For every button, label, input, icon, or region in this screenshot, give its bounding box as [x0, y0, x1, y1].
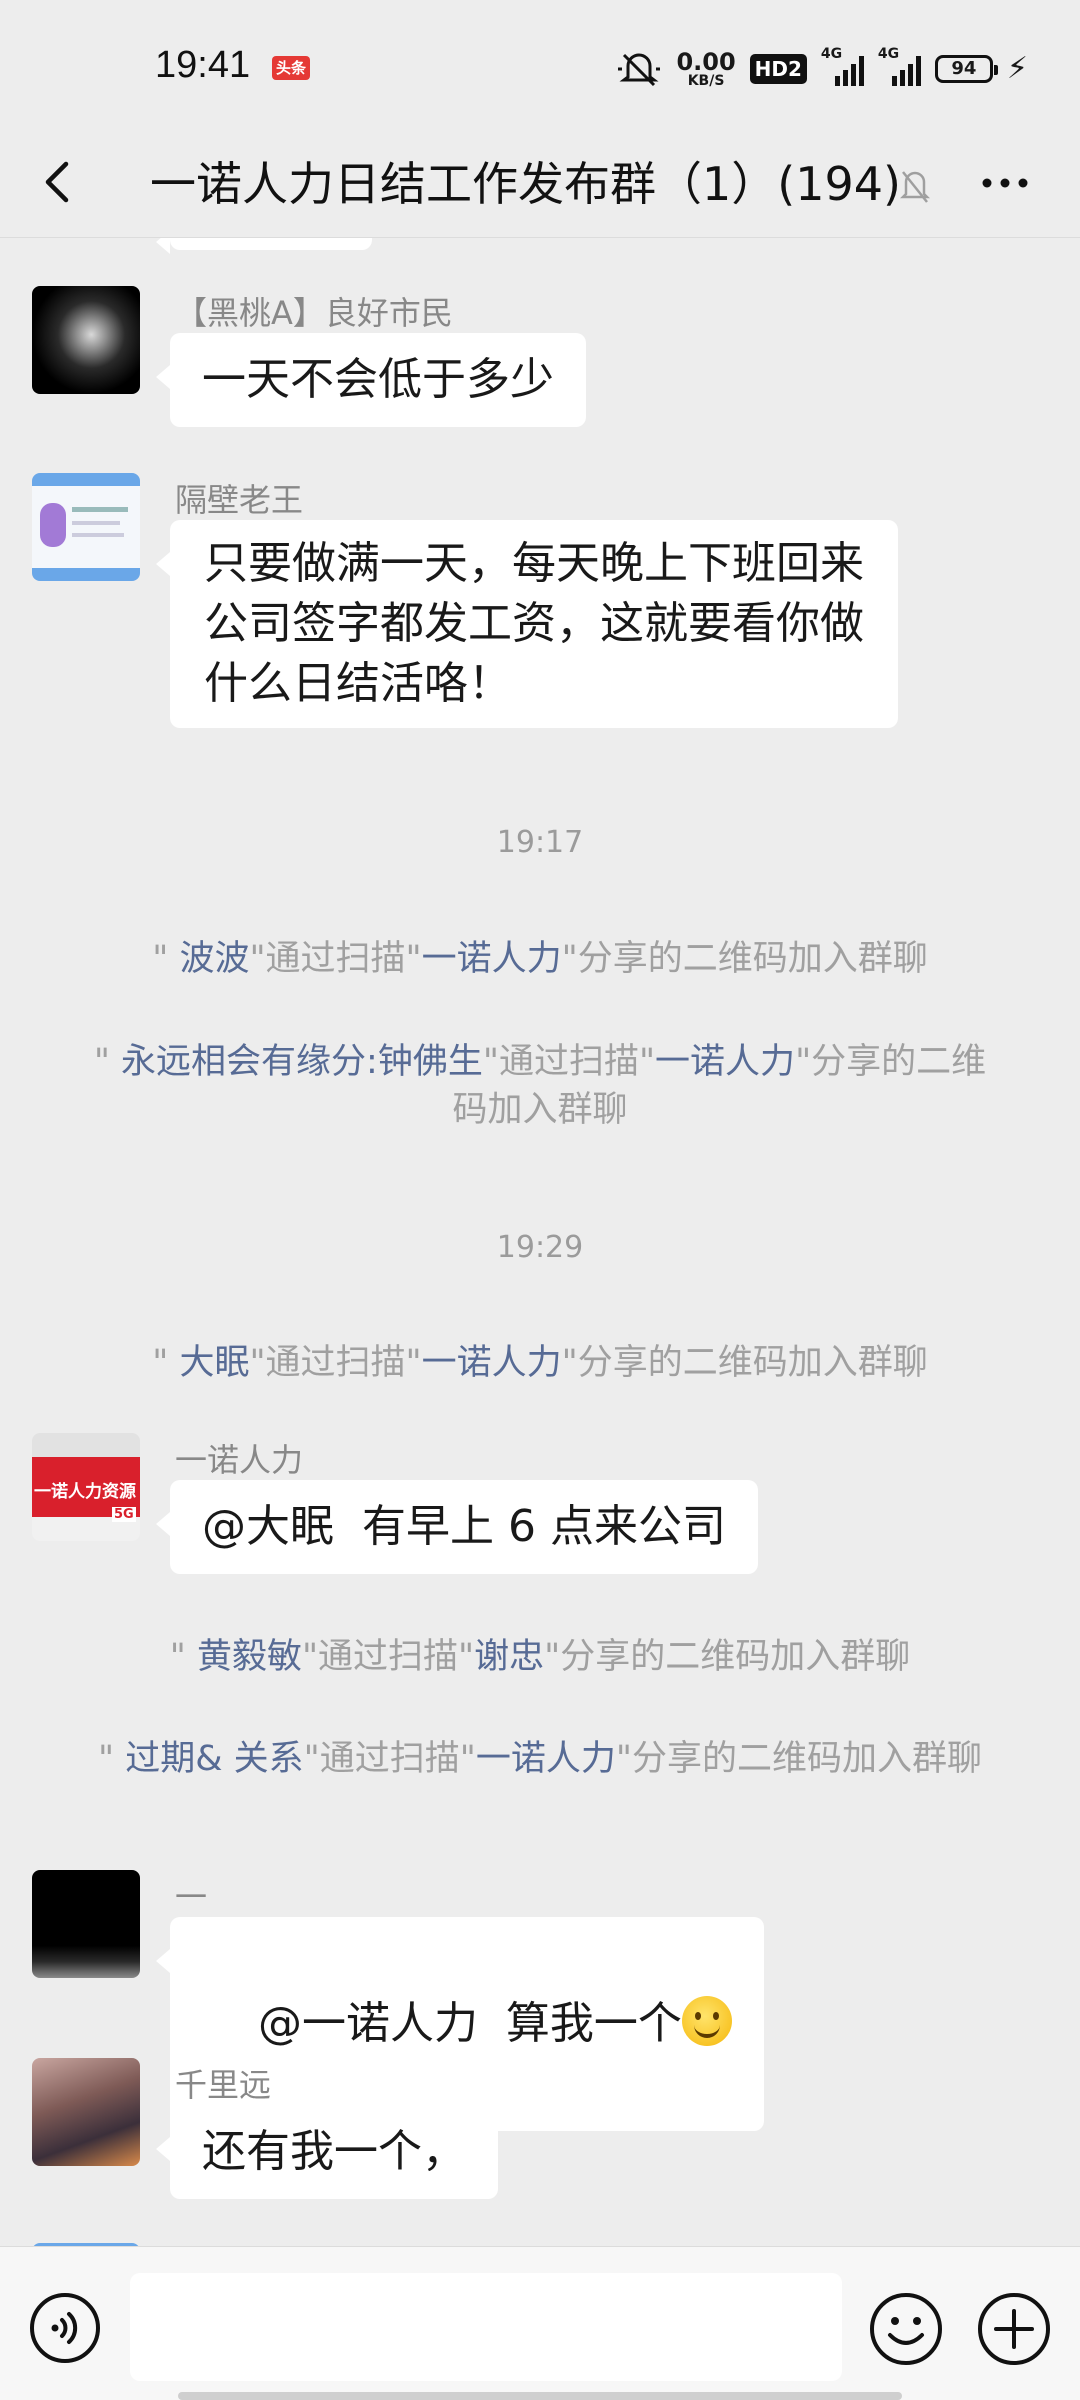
avatar-badge: 5G — [112, 1507, 136, 1522]
message-bubble[interactable]: 一天不会低于多少 — [156, 333, 586, 427]
member-link[interactable]: 永远相会有缘分:钟佛生 — [121, 1042, 483, 1082]
sender-name: 千里远 — [175, 2066, 272, 2104]
emoji-icon[interactable] — [868, 2291, 944, 2367]
member-link[interactable]: 一诺人力 — [422, 1343, 562, 1383]
status-bar: 19:41 头条 0.00 KB/S HD2 4G 4G 94 ⚡ — [0, 0, 1080, 130]
toutiao-badge-icon: 头条 — [272, 56, 310, 80]
net-speed: 0.00 KB/S — [676, 50, 735, 88]
sender-name: 隔壁老王 — [175, 481, 304, 519]
timestamp: 19:17 — [496, 825, 584, 860]
status-time: 19:41 — [155, 44, 251, 86]
chat-header: 一诺人力日结工作发布群（1）(194) — [0, 130, 1080, 238]
member-link[interactable]: 一诺人力 — [476, 1739, 616, 1779]
system-notice: " 大眠"通过扫描"一诺人力"分享的二维码加入群聊 — [152, 1343, 928, 1383]
signal-icon: 4G — [821, 46, 864, 86]
charging-icon: ⚡ — [1006, 51, 1028, 86]
member-link[interactable]: 谢忠 — [474, 1637, 544, 1677]
member-link[interactable]: 波波 — [179, 939, 249, 979]
avatar[interactable] — [32, 286, 140, 394]
signal-label: 4G — [820, 46, 843, 62]
message-bubble[interactable]: 还有我一个， — [156, 2105, 498, 2199]
system-notice: " 黄毅敏"通过扫描"谢忠"分享的二维码加入群聊 — [169, 1637, 911, 1677]
member-link[interactable]: 过期& 关系 — [125, 1739, 303, 1779]
message-line: 只要做满一天，每天晚上下班回来 — [204, 538, 864, 589]
more-icon[interactable] — [975, 168, 1035, 198]
input-bar — [0, 2246, 1080, 2400]
member-link[interactable]: 一诺人力 — [655, 1042, 795, 1082]
signal-label: 4G — [877, 46, 900, 62]
status-icons: 0.00 KB/S HD2 4G 4G 94 ⚡ — [616, 44, 1028, 94]
plus-icon[interactable] — [976, 2291, 1052, 2367]
message-line: 公司签字都发工资，这就要看你做 — [204, 598, 864, 649]
sender-name: 【黑桃A】良好市民 — [175, 294, 453, 332]
member-link[interactable]: 黄毅敏 — [197, 1637, 302, 1677]
net-speed-value: 0.00 — [676, 48, 736, 76]
member-link[interactable]: 一诺人力 — [422, 939, 562, 979]
signal-icon: 4G — [878, 46, 921, 86]
back-icon[interactable] — [30, 152, 90, 212]
sender-name: 一 — [175, 1878, 208, 1916]
system-notice: " 过期& 关系"通过扫描"一诺人力"分享的二维码加入群聊 — [98, 1739, 982, 1779]
avatar[interactable]: 一诺人力资源 5G — [32, 1433, 140, 1541]
message-bubble[interactable]: @大眠 有早上 6 点来公司 — [156, 1480, 758, 1574]
message-bubble-partial[interactable] — [156, 238, 372, 254]
system-notice: " 永远相会有缘分:钟佛生"通过扫描"一诺人力"分享的二维码加入群聊 — [93, 1042, 987, 1130]
mute-bell-icon — [900, 171, 930, 203]
avatar[interactable] — [32, 2058, 140, 2166]
gesture-bar[interactable] — [178, 2392, 902, 2400]
hd-icon: HD2 — [749, 54, 807, 84]
bell-muted-icon — [618, 53, 661, 87]
group-title: 一诺人力日结工作发布群（1）(194) — [150, 157, 901, 211]
voice-icon[interactable] — [28, 2291, 102, 2365]
sender-name: 一诺人力 — [175, 1441, 304, 1479]
battery-icon: 94 — [934, 55, 998, 83]
avatar[interactable] — [32, 473, 140, 581]
member-link[interactable]: 大眠 — [179, 1343, 249, 1383]
smile-emoji-icon — [681, 1996, 732, 2046]
message-text: @一诺人力 算我一个 — [257, 1998, 682, 2049]
message-list[interactable]: 【黑桃A】良好市民 一天不会低于多少 隔壁老王 只要做满一天，每天晚上下班回来 … — [0, 238, 1080, 2246]
message-bubble[interactable]: 只要做满一天，每天晚上下班回来 公司签字都发工资，这就要看你做 什么日结活咯！ — [156, 520, 898, 728]
message-line: 什么日结活咯！ — [204, 658, 512, 709]
timestamp: 19:29 — [496, 1230, 584, 1265]
system-notice: " 波波"通过扫描"一诺人力"分享的二维码加入群聊 — [152, 939, 928, 979]
message-input[interactable] — [130, 2273, 842, 2381]
net-speed-unit: KB/S — [687, 73, 725, 89]
avatar[interactable] — [32, 1870, 140, 1978]
avatar-text: 一诺人力资源 — [34, 1482, 136, 1502]
